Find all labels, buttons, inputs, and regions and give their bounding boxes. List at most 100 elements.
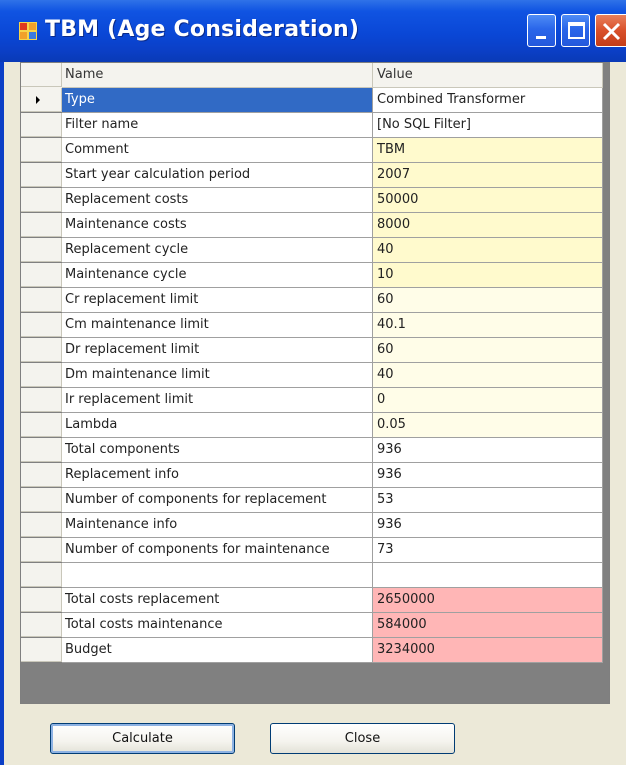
close-window-button[interactable] [595, 14, 626, 47]
row-header-cell[interactable] [21, 213, 62, 237]
name-cell[interactable]: Ir replacement limit [62, 388, 373, 413]
value-cell[interactable]: 60 [373, 338, 603, 363]
value-cell[interactable]: TBM [373, 138, 603, 163]
column-header-value[interactable]: Value [373, 63, 603, 88]
name-cell[interactable]: Maintenance cycle [62, 263, 373, 288]
row-header-cell[interactable] [21, 113, 62, 137]
table-row[interactable]: Maintenance costs 8000 [21, 213, 603, 238]
table-row[interactable]: Budget 3234000 [21, 638, 603, 663]
row-header-cell[interactable] [21, 563, 62, 587]
table-row[interactable]: Filter name [No SQL Filter] [21, 113, 603, 138]
calculate-button[interactable]: Calculate [50, 723, 235, 754]
name-cell[interactable]: Number of components for maintenance [62, 538, 373, 563]
row-header-cell[interactable] [21, 613, 62, 637]
value-cell[interactable]: 40 [373, 363, 603, 388]
name-cell[interactable]: Replacement info [62, 463, 373, 488]
row-header-cell[interactable] [21, 88, 62, 112]
name-cell[interactable]: Budget [62, 638, 373, 663]
name-cell[interactable]: Replacement cycle [62, 238, 373, 263]
value-cell[interactable]: 40 [373, 238, 603, 263]
property-grid[interactable]: Name Value Type Combined Transformer Filte… [20, 62, 610, 704]
close-button[interactable]: Close [270, 723, 455, 754]
value-cell[interactable]: 10 [373, 263, 603, 288]
name-cell[interactable]: Dr replacement limit [62, 338, 373, 363]
row-header-cell[interactable] [21, 488, 62, 512]
table-row[interactable]: Number of components for maintenance 73 [21, 538, 603, 563]
table-row[interactable]: Start year calculation period 2007 [21, 163, 603, 188]
name-cell[interactable]: Total components [62, 438, 373, 463]
value-cell[interactable]: [No SQL Filter] [373, 113, 603, 138]
value-cell[interactable]: 936 [373, 438, 603, 463]
value-cell[interactable]: 2650000 [373, 588, 603, 613]
table-row[interactable]: Total costs replacement 2650000 [21, 588, 603, 613]
row-header-cell[interactable] [21, 313, 62, 337]
name-cell[interactable]: Total costs replacement [62, 588, 373, 613]
table-row[interactable]: Total components 936 [21, 438, 603, 463]
table-row[interactable]: Lambda 0.05 [21, 413, 603, 438]
table-row[interactable]: Replacement info 936 [21, 463, 603, 488]
row-header-cell[interactable] [21, 588, 62, 612]
name-cell[interactable]: Type [62, 88, 373, 113]
table-row[interactable]: Ir replacement limit 0 [21, 388, 603, 413]
value-cell[interactable]: 0.05 [373, 413, 603, 438]
name-cell[interactable]: Start year calculation period [62, 163, 373, 188]
row-header-cell[interactable] [21, 138, 62, 162]
row-header-cell[interactable] [21, 338, 62, 362]
row-header-cell[interactable] [21, 163, 62, 187]
name-cell[interactable]: Dm maintenance limit [62, 363, 373, 388]
table-row[interactable]: Cr replacement limit 60 [21, 288, 603, 313]
table-row[interactable]: Type Combined Transformer [21, 88, 603, 113]
table-row[interactable]: Replacement cycle 40 [21, 238, 603, 263]
value-cell[interactable]: 0 [373, 388, 603, 413]
value-cell[interactable]: 50000 [373, 188, 603, 213]
table-row[interactable] [21, 563, 603, 588]
name-cell[interactable]: Cm maintenance limit [62, 313, 373, 338]
value-cell[interactable]: 584000 [373, 613, 603, 638]
name-cell[interactable]: Filter name [62, 113, 373, 138]
row-header-cell[interactable] [21, 188, 62, 212]
name-cell[interactable]: Replacement costs [62, 188, 373, 213]
value-cell[interactable]: 936 [373, 513, 603, 538]
table-row[interactable]: Maintenance cycle 10 [21, 263, 603, 288]
value-cell[interactable]: 53 [373, 488, 603, 513]
value-cell[interactable]: 73 [373, 538, 603, 563]
table-row[interactable]: Replacement costs 50000 [21, 188, 603, 213]
value-cell[interactable]: 2007 [373, 163, 603, 188]
table-row[interactable]: Dm maintenance limit 40 [21, 363, 603, 388]
name-cell[interactable]: Number of components for replacement [62, 488, 373, 513]
name-cell[interactable]: Total costs maintenance [62, 613, 373, 638]
row-header-cell[interactable] [21, 438, 62, 462]
value-cell[interactable]: Combined Transformer [373, 88, 603, 113]
name-cell[interactable]: Lambda [62, 413, 373, 438]
row-header-cell[interactable] [21, 638, 62, 662]
row-header-cell[interactable] [21, 263, 62, 287]
row-header-cell[interactable] [21, 238, 62, 262]
value-cell[interactable] [373, 563, 603, 588]
row-header-cell[interactable] [21, 363, 62, 387]
row-header-cell[interactable] [21, 288, 62, 312]
title-bar[interactable]: TBM (Age Consideration) [0, 0, 626, 62]
name-cell[interactable] [62, 563, 373, 588]
value-cell[interactable]: 60 [373, 288, 603, 313]
table-row[interactable]: Maintenance info 936 [21, 513, 603, 538]
name-cell[interactable]: Maintenance info [62, 513, 373, 538]
table-row[interactable]: Total costs maintenance 584000 [21, 613, 603, 638]
column-header-name[interactable]: Name [62, 63, 373, 88]
row-header-cell[interactable] [21, 413, 62, 437]
value-cell[interactable]: 40.1 [373, 313, 603, 338]
table-row[interactable]: Dr replacement limit 60 [21, 338, 603, 363]
value-cell[interactable]: 936 [373, 463, 603, 488]
name-cell[interactable]: Comment [62, 138, 373, 163]
row-header-cell[interactable] [21, 388, 62, 412]
value-cell[interactable]: 3234000 [373, 638, 603, 663]
name-cell[interactable]: Maintenance costs [62, 213, 373, 238]
value-cell[interactable]: 8000 [373, 213, 603, 238]
table-row[interactable]: Number of components for replacement 53 [21, 488, 603, 513]
row-header-cell[interactable] [21, 463, 62, 487]
maximize-button[interactable] [561, 14, 590, 47]
row-header-cell[interactable] [21, 513, 62, 537]
minimize-button[interactable] [527, 14, 556, 47]
name-cell[interactable]: Cr replacement limit [62, 288, 373, 313]
table-row[interactable]: Cm maintenance limit 40.1 [21, 313, 603, 338]
table-row[interactable]: Comment TBM [21, 138, 603, 163]
